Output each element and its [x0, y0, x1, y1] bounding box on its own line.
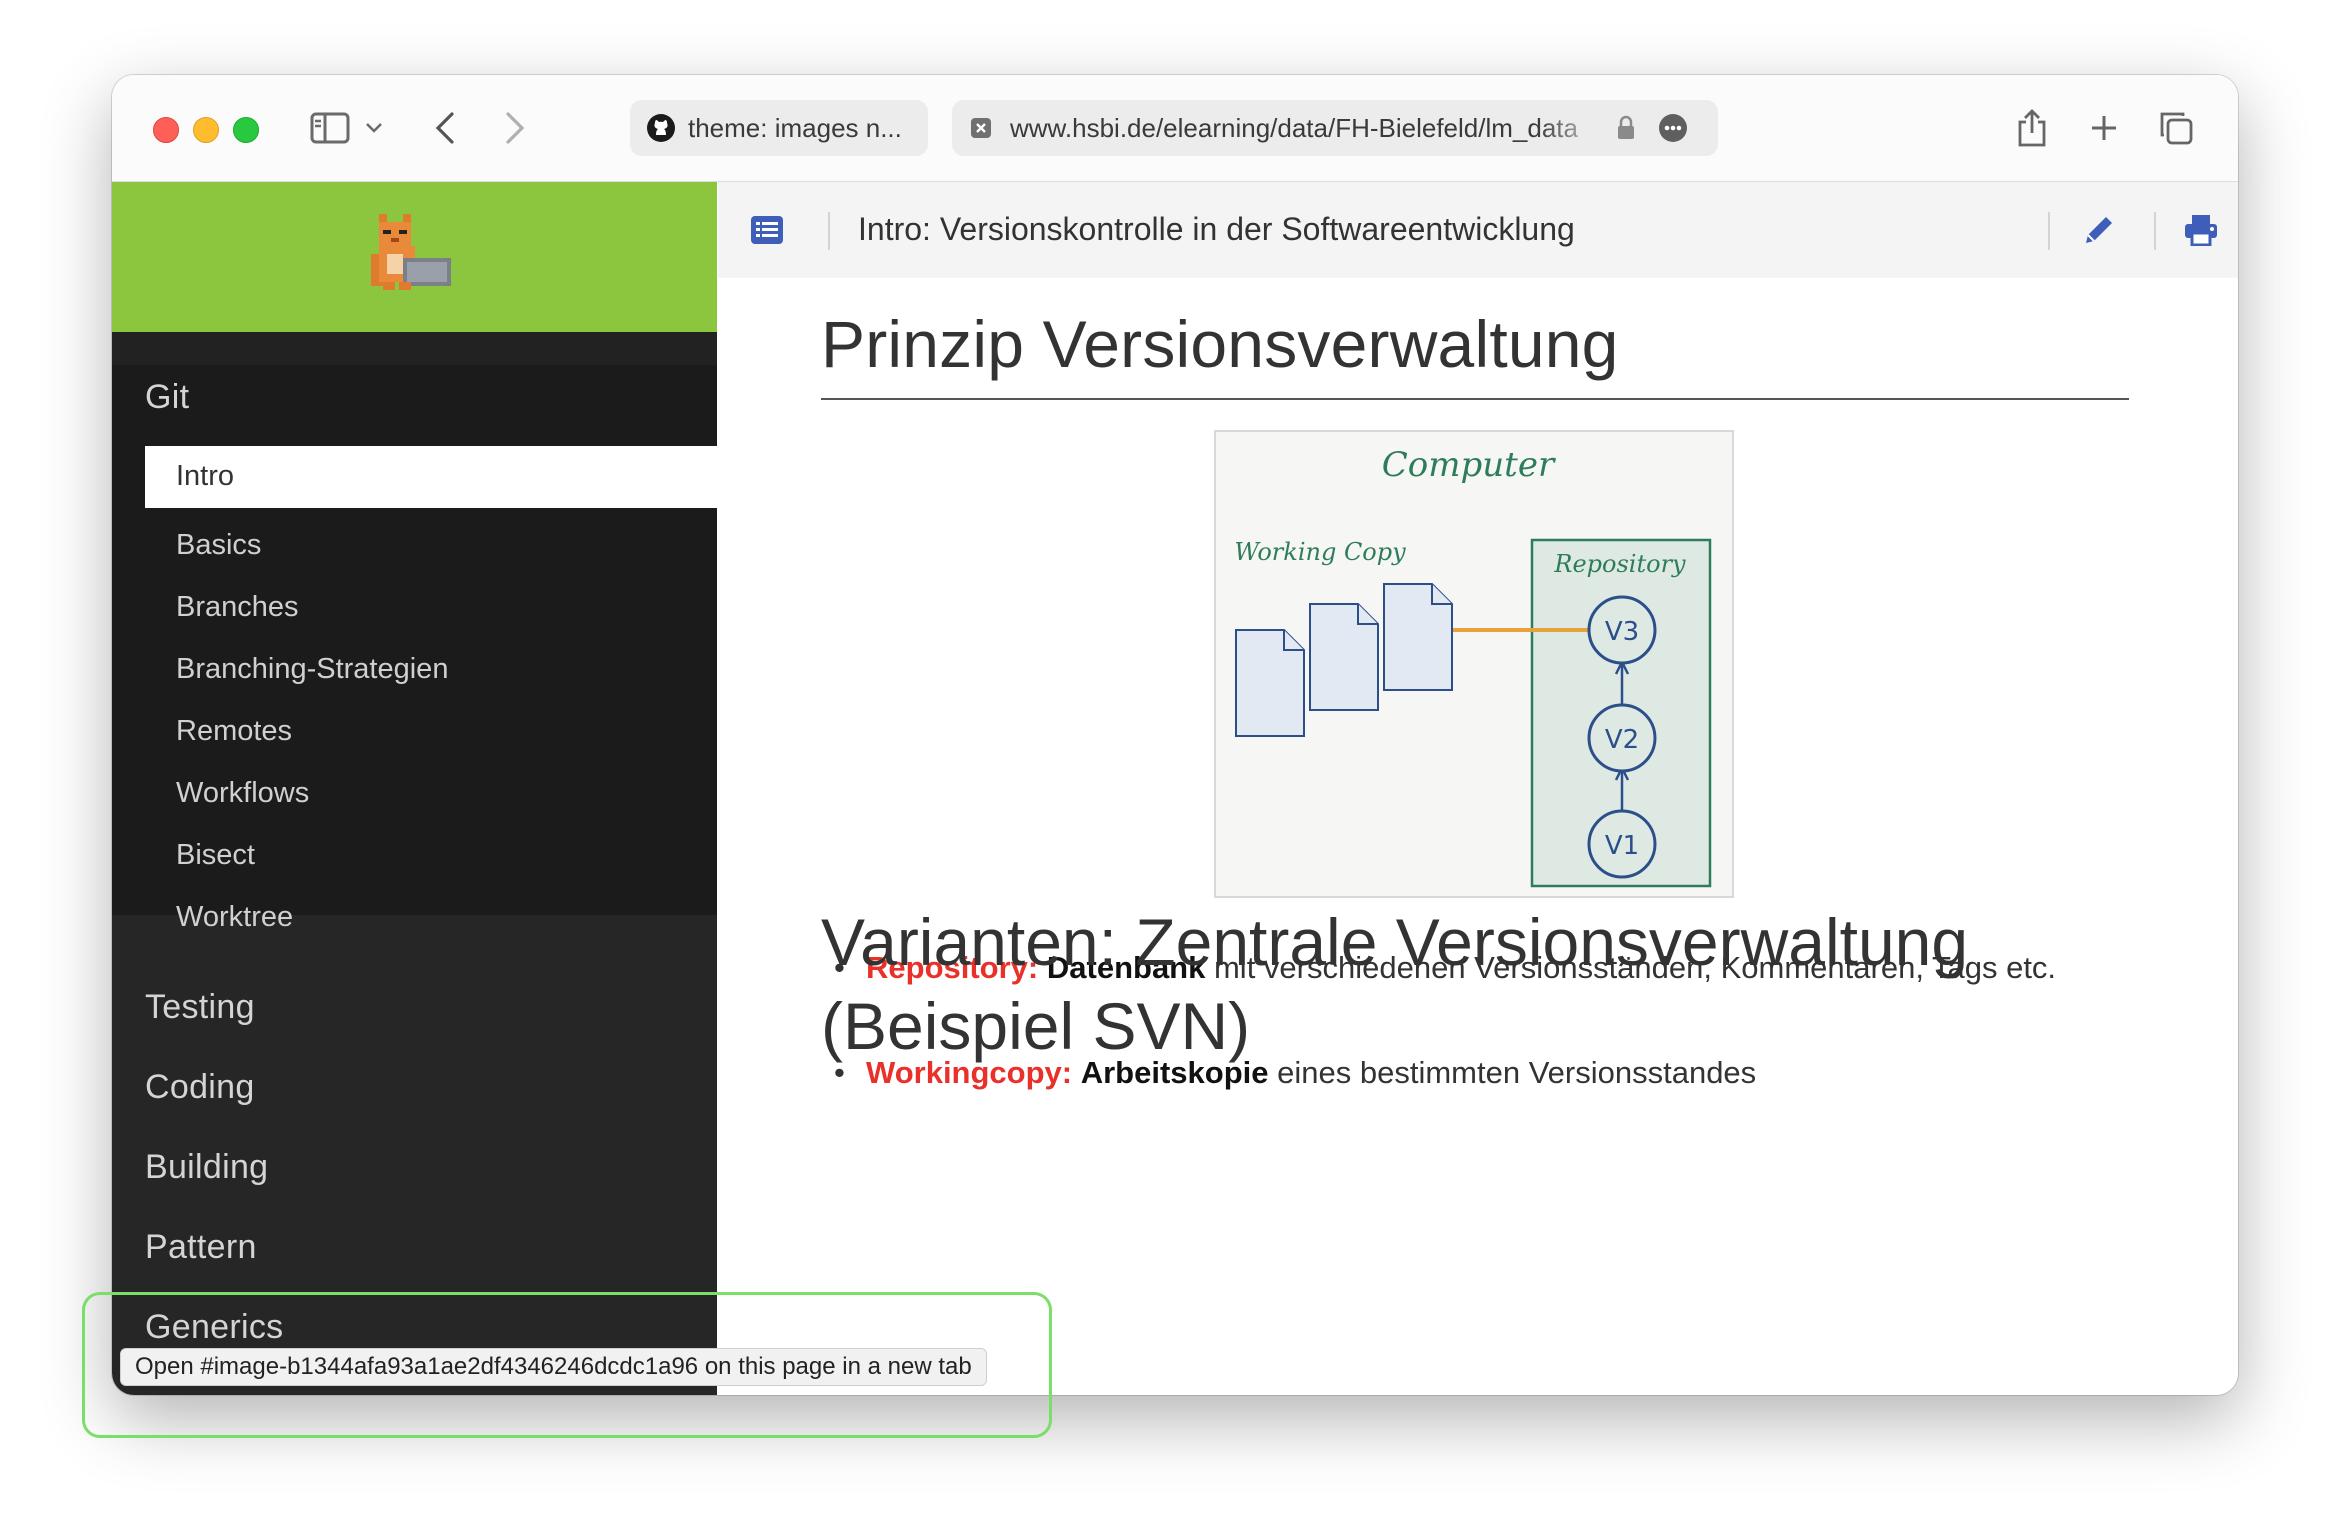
sidebar-item-intro[interactable]: Intro [145, 446, 717, 508]
diagram-svg: Computer Working Copy Repository V3 V2 V… [1234, 445, 1712, 888]
working-copy-label: Working Copy [1234, 538, 1406, 566]
page-topbar: Intro: Versionskontrolle in der Software… [718, 182, 2238, 278]
url-text: www.hsbi.de/elearning/data/FH-Bielefeld/… [1010, 112, 1578, 143]
divider [2154, 212, 2156, 250]
browser-window: theme: images n... www.hsbi.de/elearning… [112, 75, 2238, 1395]
sidebar: Git Intro Basics Branches Branching-Stra… [112, 182, 717, 1395]
sidebar-section-building[interactable]: Building [145, 1148, 268, 1187]
highlight-box [82, 1292, 1052, 1438]
sidebar-item-remotes[interactable]: Remotes [176, 715, 292, 748]
toc-icon[interactable] [750, 215, 784, 245]
logo-area[interactable] [112, 182, 717, 332]
divider [828, 212, 830, 250]
back-icon[interactable] [430, 105, 460, 151]
sidebar-section-testing[interactable]: Testing [145, 988, 255, 1027]
page-title: Intro: Versionskontrolle in der Software… [858, 211, 1575, 247]
sidebar-item-branching-strategien[interactable]: Branching-Strategien [176, 653, 448, 686]
browser-toolbar: theme: images n... www.hsbi.de/elearning… [112, 75, 2238, 182]
forward-icon[interactable] [500, 105, 530, 151]
main-content: Prinzip Versionsverwaltung Computer Work… [718, 278, 2238, 1395]
print-icon[interactable] [2184, 214, 2218, 246]
share-icon[interactable] [2012, 105, 2052, 151]
close-tab-icon[interactable] [970, 117, 992, 139]
github-icon [647, 114, 675, 142]
divider [2048, 212, 2050, 250]
sidebar-item-label: Intro [176, 460, 235, 492]
repository-label: Repository [1553, 550, 1686, 578]
sidebar-section-coding[interactable]: Coding [145, 1068, 255, 1107]
version-node-v2: V2 [1605, 725, 1639, 755]
cat-logo-icon [371, 214, 451, 290]
chevron-down-icon[interactable] [362, 105, 386, 151]
minimize-window-button[interactable] [193, 117, 219, 143]
diagram-title: Computer [1382, 445, 1556, 485]
working-copy-files [1235, 583, 1453, 737]
sidebar-item-branches[interactable]: Branches [176, 591, 299, 624]
heading-rule [821, 398, 2129, 400]
sidebar-item-worktree[interactable]: Worktree [176, 901, 293, 934]
sidebar-toggle-icon[interactable] [308, 105, 352, 151]
more-icon[interactable] [1658, 113, 1688, 143]
zoom-window-button[interactable] [233, 117, 259, 143]
section-heading: Prinzip Versionsverwaltung [821, 307, 1619, 381]
sidebar-item-basics[interactable]: Basics [176, 529, 261, 562]
lock-icon [1618, 115, 1634, 139]
sidebar-section-pattern[interactable]: Pattern [145, 1228, 257, 1267]
version-node-v3: V3 [1605, 617, 1639, 647]
version-control-diagram[interactable]: Computer Working Copy Repository V3 V2 V… [1214, 430, 1734, 898]
new-tab-icon[interactable] [2086, 105, 2122, 151]
sidebar-item-workflows[interactable]: Workflows [176, 777, 309, 810]
sidebar-section-git[interactable]: Git [145, 378, 189, 417]
tab-overview-icon[interactable] [2156, 105, 2196, 151]
version-node-v1: V1 [1605, 831, 1639, 861]
edit-icon[interactable] [2082, 213, 2116, 247]
close-window-button[interactable] [153, 117, 179, 143]
tab-title: theme: images n... [688, 112, 902, 143]
address-bar[interactable]: www.hsbi.de/elearning/data/FH-Bielefeld/… [952, 100, 1718, 156]
sidebar-item-bisect[interactable]: Bisect [176, 839, 255, 872]
tab-github[interactable]: theme: images n... [630, 100, 928, 156]
section-heading-2: Varianten: Zentrale Versionsverwaltung (… [821, 905, 1969, 1063]
nav-spacer [112, 332, 717, 365]
